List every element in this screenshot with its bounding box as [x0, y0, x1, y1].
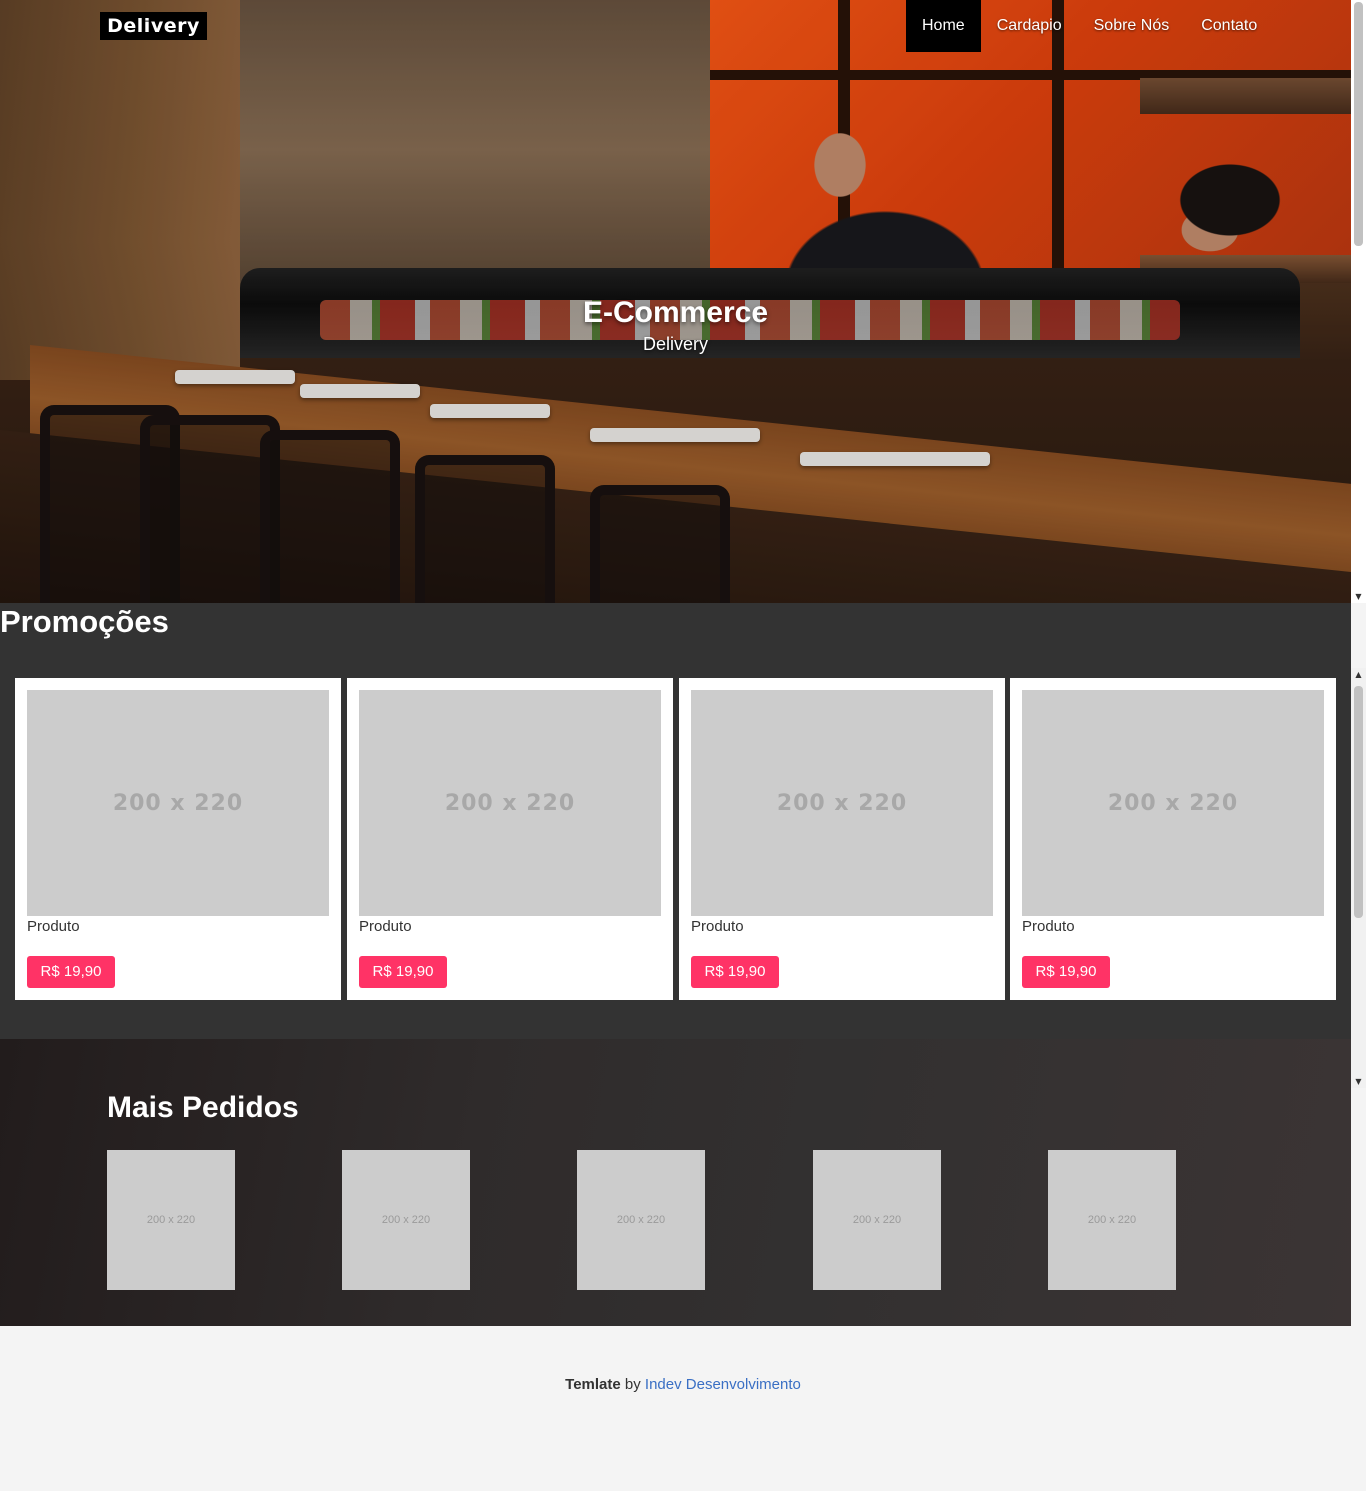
- popular-item-image[interactable]: 200 x 220: [107, 1150, 235, 1290]
- product-card[interactable]: 200 x 220 Produto R$ 19,90: [1010, 678, 1336, 1000]
- product-name: Produto: [1022, 918, 1075, 935]
- scrollbar-thumb[interactable]: [1354, 686, 1363, 918]
- product-card[interactable]: 200 x 220 Produto R$ 19,90: [347, 678, 673, 1000]
- product-name: Produto: [359, 918, 412, 935]
- product-name: Produto: [27, 918, 80, 935]
- product-image[interactable]: 200 x 220: [27, 690, 329, 916]
- site-logo[interactable]: Delivery: [100, 12, 207, 40]
- footer-template-label: Temlate: [565, 1376, 621, 1393]
- footer-by: by: [624, 1376, 641, 1393]
- nav-sobre-nos[interactable]: Sobre Nós: [1078, 0, 1186, 52]
- section-title: Promoções: [0, 604, 169, 639]
- scroll-up-arrow-icon[interactable]: ▲: [1351, 670, 1366, 679]
- popular-item-image[interactable]: 200 x 220: [1048, 1150, 1176, 1290]
- product-image[interactable]: 200 x 220: [359, 690, 661, 916]
- price-button[interactable]: R$ 19,90: [359, 956, 447, 988]
- mais-pedidos-section: Mais Pedidos 200 x 220 200 x 220 200 x 2…: [0, 1039, 1351, 1326]
- promocoes-section: Promoções 200 x 220 Produto R$ 19,90 200…: [0, 603, 1351, 1039]
- scroll-down-arrow-icon[interactable]: ▼: [1351, 592, 1366, 601]
- scrollbar-thumb[interactable]: [1354, 2, 1363, 246]
- scroll-down-arrow-icon[interactable]: ▼: [1351, 1077, 1366, 1086]
- popular-item-image[interactable]: 200 x 220: [813, 1150, 941, 1290]
- product-image[interactable]: 200 x 220: [1022, 690, 1324, 916]
- nav-contato[interactable]: Contato: [1185, 0, 1273, 52]
- page-scrollbar[interactable]: ▼: [1351, 0, 1366, 603]
- frame-scrollbar[interactable]: ▲ ▼: [1351, 668, 1366, 1088]
- nav-home[interactable]: Home: [906, 0, 981, 52]
- hero-title: E-Commerce: [582, 296, 769, 329]
- product-image[interactable]: 200 x 220: [691, 690, 993, 916]
- main-nav: Home Cardapio Sobre Nós Contato: [906, 0, 1273, 52]
- site-footer: Temlate by Indev Desenvolvimento: [0, 1326, 1351, 1491]
- nav-cardapio[interactable]: Cardapio: [981, 0, 1078, 52]
- footer-credit: Temlate by Indev Desenvolvimento: [0, 1376, 1366, 1393]
- product-card[interactable]: 200 x 220 Produto R$ 19,90: [15, 678, 341, 1000]
- footer-author-link[interactable]: Indev Desenvolvimento: [645, 1376, 801, 1393]
- popular-item-image[interactable]: 200 x 220: [342, 1150, 470, 1290]
- price-button[interactable]: R$ 19,90: [1022, 956, 1110, 988]
- hero-banner: Delivery Home Cardapio Sobre Nós Contato…: [0, 0, 1351, 603]
- section-title: Mais Pedidos: [107, 1091, 299, 1124]
- product-card[interactable]: 200 x 220 Produto R$ 19,90: [679, 678, 1005, 1000]
- product-name: Produto: [691, 918, 744, 935]
- price-button[interactable]: R$ 19,90: [27, 956, 115, 988]
- price-button[interactable]: R$ 19,90: [691, 956, 779, 988]
- popular-item-image[interactable]: 200 x 220: [577, 1150, 705, 1290]
- hero-subtitle: Delivery: [642, 334, 708, 354]
